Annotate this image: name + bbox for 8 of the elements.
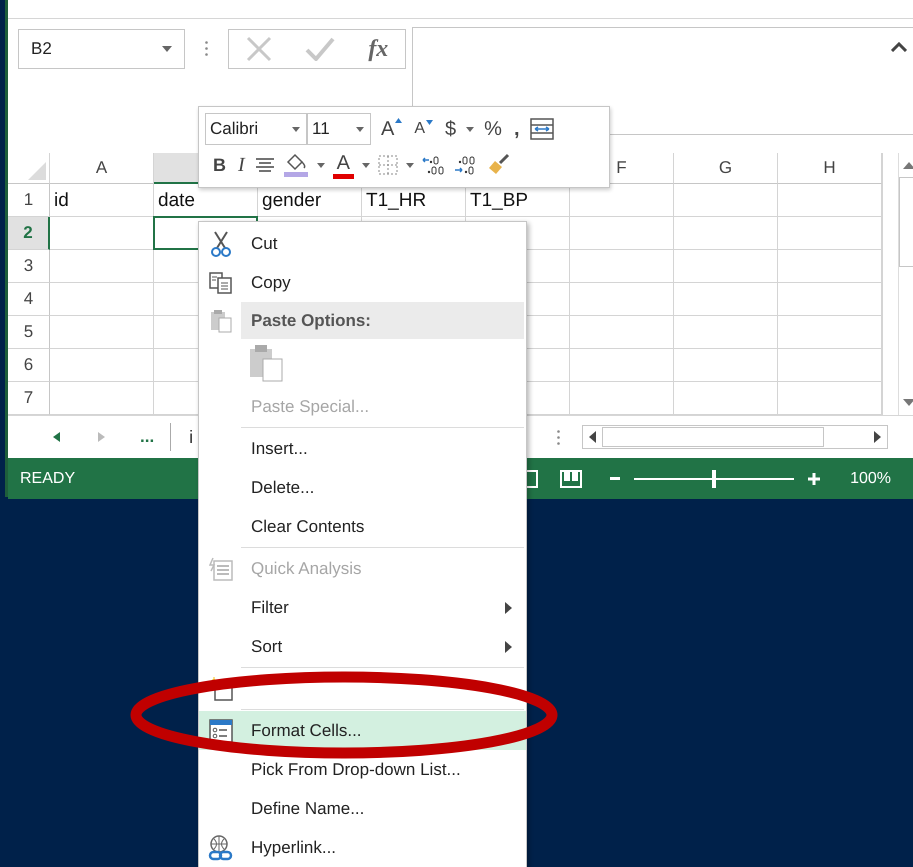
table-cell-text: date (157, 189, 196, 213)
table-cell-text: T1_BP (469, 189, 530, 213)
menu-header: Paste Options: (241, 302, 524, 339)
table-cell-text: gender (261, 189, 322, 213)
table-cell-text: T1_HR (365, 189, 428, 213)
table-cell-text: id (53, 189, 70, 213)
cell-reference: B2 (31, 39, 52, 59)
status-text: READY (20, 470, 76, 488)
